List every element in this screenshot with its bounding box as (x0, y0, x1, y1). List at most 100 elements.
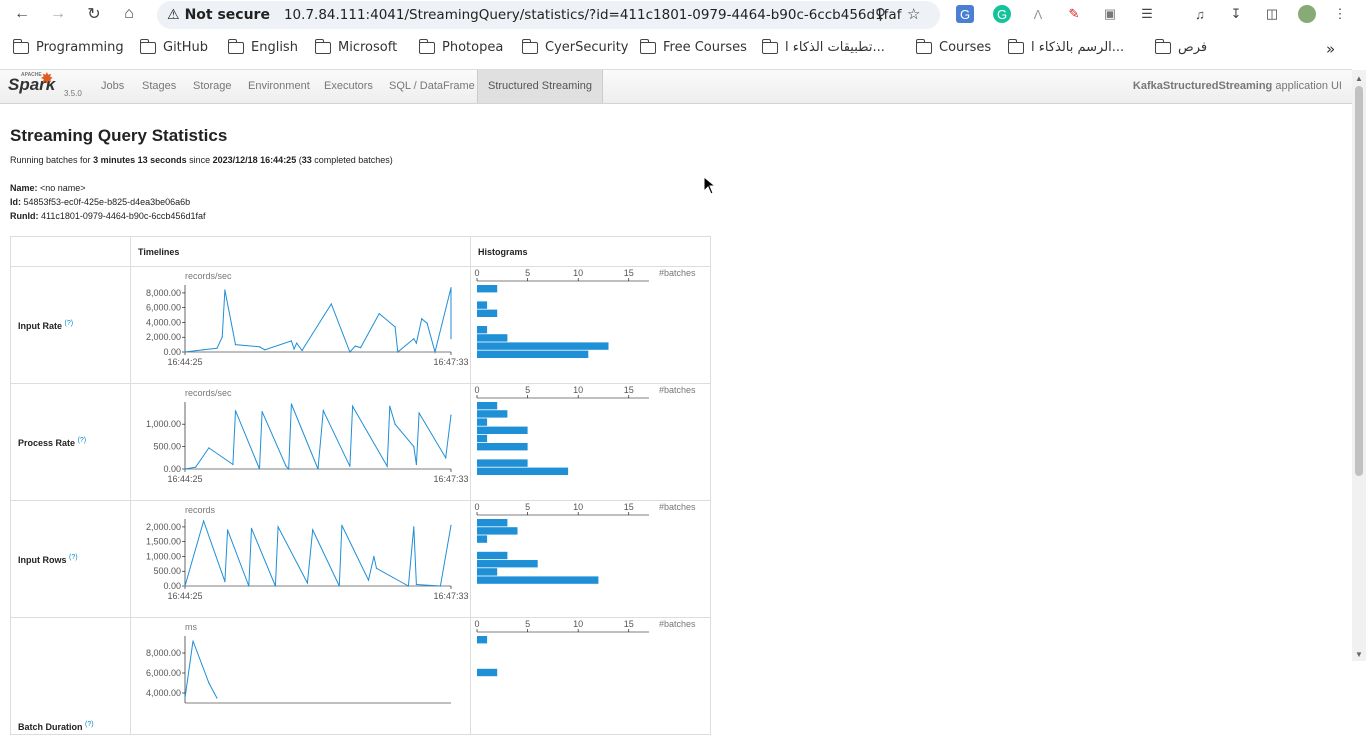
runid-value: 411c1801-0979-4464-b90c-6ccb456d1faf (38, 211, 206, 221)
spark-logo[interactable]: APACHE Spark ✸ 3.5.0 (8, 70, 82, 98)
help-icon[interactable]: (?) (69, 554, 78, 561)
tab-structured-streaming[interactable]: Structured Streaming (477, 70, 603, 103)
help-icon[interactable]: (?) (85, 721, 94, 728)
input-rows-histogram-chart[interactable]: 0 5 10 15 #batches (471, 501, 710, 612)
histogram-bar (477, 576, 599, 584)
data-point (234, 344, 237, 346)
extension-icon[interactable]: Λ (1029, 5, 1047, 23)
data-point (418, 412, 420, 414)
x-tick-label-end: 16:47:33 (433, 591, 468, 601)
security-label: Not secure (184, 7, 270, 23)
bookmark-star-icon[interactable]: ☆ (907, 5, 920, 23)
forward-icon[interactable]: → (48, 4, 68, 24)
camera-extension-icon[interactable]: ▣ (1101, 5, 1119, 23)
bookmarks-bar: Programming GitHub English Microsoft Pho… (0, 36, 1366, 64)
data-point (248, 585, 250, 587)
bookmark-label: Microsoft (338, 40, 398, 55)
spark-navbar: APACHE Spark ✸ 3.5.0 Jobs Stages Storage… (0, 70, 1352, 104)
tab-storage[interactable]: Storage (183, 70, 242, 103)
process-rate-histogram-chart[interactable]: 0 5 10 15 #batches (471, 384, 710, 495)
mouse-cursor-icon (703, 176, 717, 195)
row-title: Batch Duration (18, 722, 83, 732)
pen-extension-icon[interactable]: ✎ (1065, 5, 1083, 23)
y-tick-label: 1,000.00 (146, 551, 181, 561)
home-icon[interactable]: ⌂ (119, 4, 139, 24)
media-icon[interactable]: ♫ (1191, 5, 1209, 23)
grammarly-extension-icon[interactable]: G (993, 5, 1011, 23)
folder-icon (227, 38, 244, 54)
data-point (216, 697, 218, 699)
back-icon[interactable]: ← (12, 4, 32, 24)
bookmark-ai-apps[interactable]: تطبيقات الذكاء ا... (761, 38, 885, 55)
data-point (277, 526, 279, 528)
bookmark-photopea[interactable]: Photopea (418, 38, 503, 55)
y-tick-label: 6,000.00 (146, 303, 181, 313)
histogram-cell: 0 5 10 15 #batches (470, 266, 711, 384)
scroll-up-icon[interactable]: ▲ (1355, 74, 1363, 83)
bookmark-opportunities[interactable]: فرص (1154, 38, 1207, 55)
input-rows-timeline-chart[interactable]: records 2,000.00 1,500.00 1,000.00 500.00 0.0… (131, 501, 470, 612)
tab-jobs[interactable]: Jobs (91, 70, 134, 103)
x-tick-label-end: 16:47:33 (433, 357, 468, 367)
data-point (195, 466, 197, 468)
url-text[interactable]: 10.7.84.111:4041/StreamingQuery/statisti… (284, 7, 901, 23)
tab-environment[interactable]: Environment (238, 70, 320, 103)
tab-stages[interactable]: Stages (132, 70, 186, 103)
bookmark-courses[interactable]: Courses (915, 38, 991, 55)
bookmark-programming[interactable]: Programming (12, 38, 124, 55)
folder-icon (12, 38, 29, 54)
security-indicator[interactable]: ⚠ Not secure (167, 7, 270, 23)
spark-star-icon: ✸ (41, 70, 53, 86)
y-tick-label: 1,000.00 (146, 419, 181, 429)
bookmarks-overflow-icon[interactable]: » (1326, 40, 1335, 58)
data-point (352, 405, 354, 407)
tab-sql-dataframe[interactable]: SQL / DataFrame (379, 70, 485, 103)
help-icon[interactable]: (?) (78, 437, 87, 444)
download-icon[interactable]: ↧ (1227, 5, 1245, 23)
batch-duration-timeline-chart[interactable]: ms 8,000.00 6,000.00 4,000.00 (131, 618, 470, 729)
scrollbar-thumb[interactable] (1355, 86, 1363, 476)
data-point (322, 410, 324, 412)
data-point (378, 313, 380, 315)
data-point (203, 349, 205, 351)
input-rate-timeline-chart[interactable]: records/sec 8,000.00 6,000.00 4,000.00 2,000… (131, 267, 470, 378)
data-point (407, 585, 409, 587)
vertical-scrollbar[interactable]: ▲ ▼ (1352, 70, 1366, 661)
menu-icon[interactable]: ⋮ (1331, 5, 1349, 23)
batch-duration-histogram-chart[interactable]: 0 5 10 15 #batches (471, 618, 710, 729)
x-tick-label: 5 (525, 385, 530, 395)
y-tick-label: 500.00 (153, 566, 181, 576)
data-point (232, 463, 234, 466)
row-label-process-rate: Process Rate (?) (10, 383, 131, 501)
bookmark-cyersecurity[interactable]: CyerSecurity (521, 38, 629, 55)
reload-icon[interactable]: ↻ (84, 4, 104, 24)
bookmark-english[interactable]: English (227, 38, 298, 55)
zoom-icon[interactable]: ⚲ (875, 5, 886, 23)
side-panel-icon[interactable]: ◫ (1263, 5, 1281, 23)
bookmark-free-courses[interactable]: Free Courses (639, 38, 747, 55)
translate-extension-icon[interactable]: G (956, 5, 974, 23)
address-bar[interactable]: ⚠ Not secure 10.7.84.111:4041/StreamingQu… (157, 1, 940, 29)
data-point (261, 411, 263, 413)
histogram-bar (477, 668, 498, 677)
bookmark-ai-drawing[interactable]: الرسم بالذكاء ا... (1007, 38, 1124, 55)
histogram-bar (477, 568, 498, 576)
scroll-down-icon[interactable]: ▼ (1355, 650, 1363, 659)
data-point (317, 468, 319, 470)
histogram-bar (477, 535, 488, 543)
process-rate-timeline-chart[interactable]: records/sec 1,000.00 500.00 0.0016:44:25 16:… (131, 384, 470, 495)
profile-avatar[interactable] (1298, 5, 1316, 23)
y-tick-label: 0.00 (163, 347, 181, 357)
bookmark-github[interactable]: GitHub (139, 38, 208, 55)
data-point (360, 347, 362, 349)
data-point (288, 468, 290, 470)
data-point (221, 336, 223, 338)
x-tick-label-start: 16:44:25 (167, 591, 202, 601)
data-point (338, 585, 340, 587)
histogram-cell: 0 5 10 15 #batches (470, 500, 711, 618)
extensions-puzzle-icon[interactable]: ☰ (1138, 5, 1156, 23)
input-rate-histogram-chart[interactable]: 0 5 10 15 #batches (471, 267, 710, 378)
tab-executors[interactable]: Executors (314, 70, 383, 103)
bookmark-microsoft[interactable]: Microsoft (314, 38, 398, 55)
help-icon[interactable]: (?) (65, 320, 74, 327)
